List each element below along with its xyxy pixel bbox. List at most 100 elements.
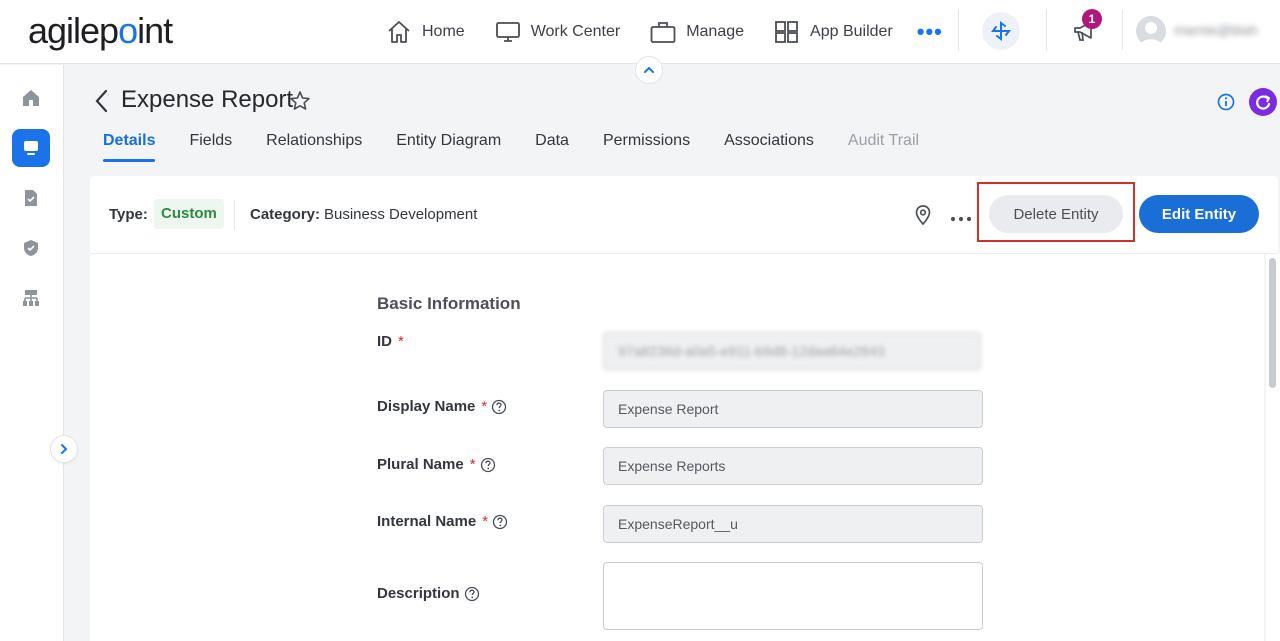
highlight-box	[977, 182, 1135, 242]
favorite-button[interactable]	[289, 90, 311, 117]
tab-details[interactable]: Details	[103, 130, 156, 162]
display-name-field: Expense Report	[603, 390, 983, 428]
plural-name-label-text: Plural Name	[377, 456, 464, 473]
logo-text-right: int	[137, 10, 173, 51]
nav-home[interactable]: Home	[386, 20, 465, 44]
user-name[interactable]: marnie@blah	[1174, 22, 1257, 38]
help-button[interactable]	[464, 586, 480, 602]
internal-name-label-text: Internal Name	[377, 513, 477, 530]
help-button[interactable]	[492, 514, 508, 530]
type-badge: Custom	[154, 199, 224, 229]
nav-home-label: Home	[422, 23, 465, 40]
help-icon	[492, 514, 508, 529]
help-button[interactable]	[480, 457, 496, 473]
rail-data-entities[interactable]	[12, 129, 50, 167]
monitor-icon	[24, 141, 38, 155]
display-name-label: Display Name *	[377, 398, 507, 415]
description-field[interactable]	[603, 562, 983, 630]
divider	[234, 200, 235, 230]
refresh-button[interactable]	[1249, 88, 1277, 116]
required-mark: *	[481, 398, 488, 415]
id-label: ID *	[377, 333, 404, 350]
nav-app-builder[interactable]: App Builder	[774, 20, 893, 44]
plural-name-field: Expense Reports	[603, 447, 983, 485]
top-bar: agilepoint Home Work Center Manage App B…	[0, 0, 1280, 64]
shield-icon	[24, 240, 38, 256]
tab-relationships[interactable]: Relationships	[266, 130, 362, 162]
category-label: Category:	[250, 206, 321, 223]
collapse-header-button[interactable]	[635, 56, 663, 84]
tab-permissions[interactable]: Permissions	[603, 130, 690, 162]
briefcase-icon	[650, 22, 676, 43]
info-icon	[1217, 93, 1235, 111]
info-button[interactable]	[1216, 92, 1236, 117]
tab-fields[interactable]: Fields	[189, 130, 232, 162]
chevron-right-icon	[61, 444, 68, 454]
required-mark: *	[398, 333, 404, 350]
type-label: Type:	[109, 206, 148, 223]
divider	[958, 10, 959, 50]
tab-data[interactable]: Data	[535, 130, 569, 162]
required-mark: *	[482, 513, 489, 530]
entity-summary-bar: Type: Custom Category: Business Developm…	[90, 176, 1278, 254]
notification-badge: 1	[1082, 9, 1102, 29]
internal-name-label: Internal Name *	[377, 513, 508, 530]
rail-documents[interactable]	[12, 179, 50, 217]
vertical-scrollbar[interactable]	[1266, 254, 1280, 641]
document-check-icon	[25, 190, 37, 206]
rail-security[interactable]	[12, 229, 50, 267]
description-label: Description	[377, 585, 480, 602]
entity-tabs: Details Fields Relationships Entity Diag…	[103, 130, 953, 162]
refresh-icon	[1256, 95, 1271, 110]
nav-more-button[interactable]: •••	[917, 19, 943, 45]
expand-sidebar-button[interactable]	[50, 435, 78, 463]
grid-icon	[775, 21, 798, 43]
edit-entity-button[interactable]: Edit Entity	[1139, 195, 1259, 233]
monitor-icon	[495, 22, 520, 42]
page-title: Expense Report	[121, 86, 294, 113]
hierarchy-icon	[23, 290, 39, 306]
left-rail	[0, 65, 78, 641]
nav-work-center[interactable]: Work Center	[495, 20, 621, 44]
chevron-up-icon	[644, 66, 654, 73]
help-icon	[464, 586, 479, 601]
more-horizontal-icon	[950, 216, 972, 222]
rail-hierarchy[interactable]	[12, 279, 50, 317]
plural-name-label: Plural Name *	[377, 456, 496, 473]
divider	[1046, 10, 1047, 50]
rail-home[interactable]	[12, 79, 50, 117]
description-label-text: Description	[377, 585, 460, 602]
avatar[interactable]	[1136, 16, 1166, 46]
tab-audit-trail: Audit Trail	[847, 132, 920, 149]
nav-app-builder-label: App Builder	[810, 23, 893, 40]
map-pin-icon	[915, 205, 931, 226]
chevron-left-icon	[95, 89, 108, 113]
logo-text-left: agilep	[28, 10, 119, 51]
user-icon	[1140, 22, 1162, 46]
agilepoint-ai-button[interactable]	[982, 12, 1020, 50]
tab-entity-diagram[interactable]: Entity Diagram	[396, 130, 501, 162]
display-name-label-text: Display Name	[377, 398, 476, 415]
nav-manage[interactable]: Manage	[650, 20, 744, 44]
more-options-button[interactable]	[950, 210, 972, 228]
help-button[interactable]	[491, 399, 507, 415]
help-icon	[492, 399, 507, 414]
agilepoint-logo[interactable]: agilepoint	[28, 10, 173, 52]
tab-associations[interactable]: Associations	[724, 130, 814, 162]
logo-text-dot: o	[118, 10, 138, 51]
nav-manage-label: Manage	[686, 23, 745, 40]
home-icon	[388, 21, 410, 43]
scrollbar-thumb[interactable]	[1269, 258, 1276, 388]
id-label-text: ID	[377, 333, 392, 350]
home-icon	[23, 90, 39, 106]
nav-work-center-label: Work Center	[530, 23, 621, 40]
pinwheel-icon	[991, 21, 1011, 41]
back-button[interactable]	[92, 88, 112, 119]
id-field: 97a8236d-a0a5-e911-b9d8-12daa64e2643	[603, 332, 981, 370]
main-nav: Home Work Center Manage App Builder •••	[386, 0, 943, 64]
category-value: Business Development	[324, 206, 478, 223]
divider	[1122, 10, 1123, 50]
basic-information-form: Basic Information ID * 97a8236d-a0a5-e91…	[90, 254, 1264, 641]
location-button[interactable]	[914, 204, 932, 231]
section-title: Basic Information	[377, 294, 521, 313]
